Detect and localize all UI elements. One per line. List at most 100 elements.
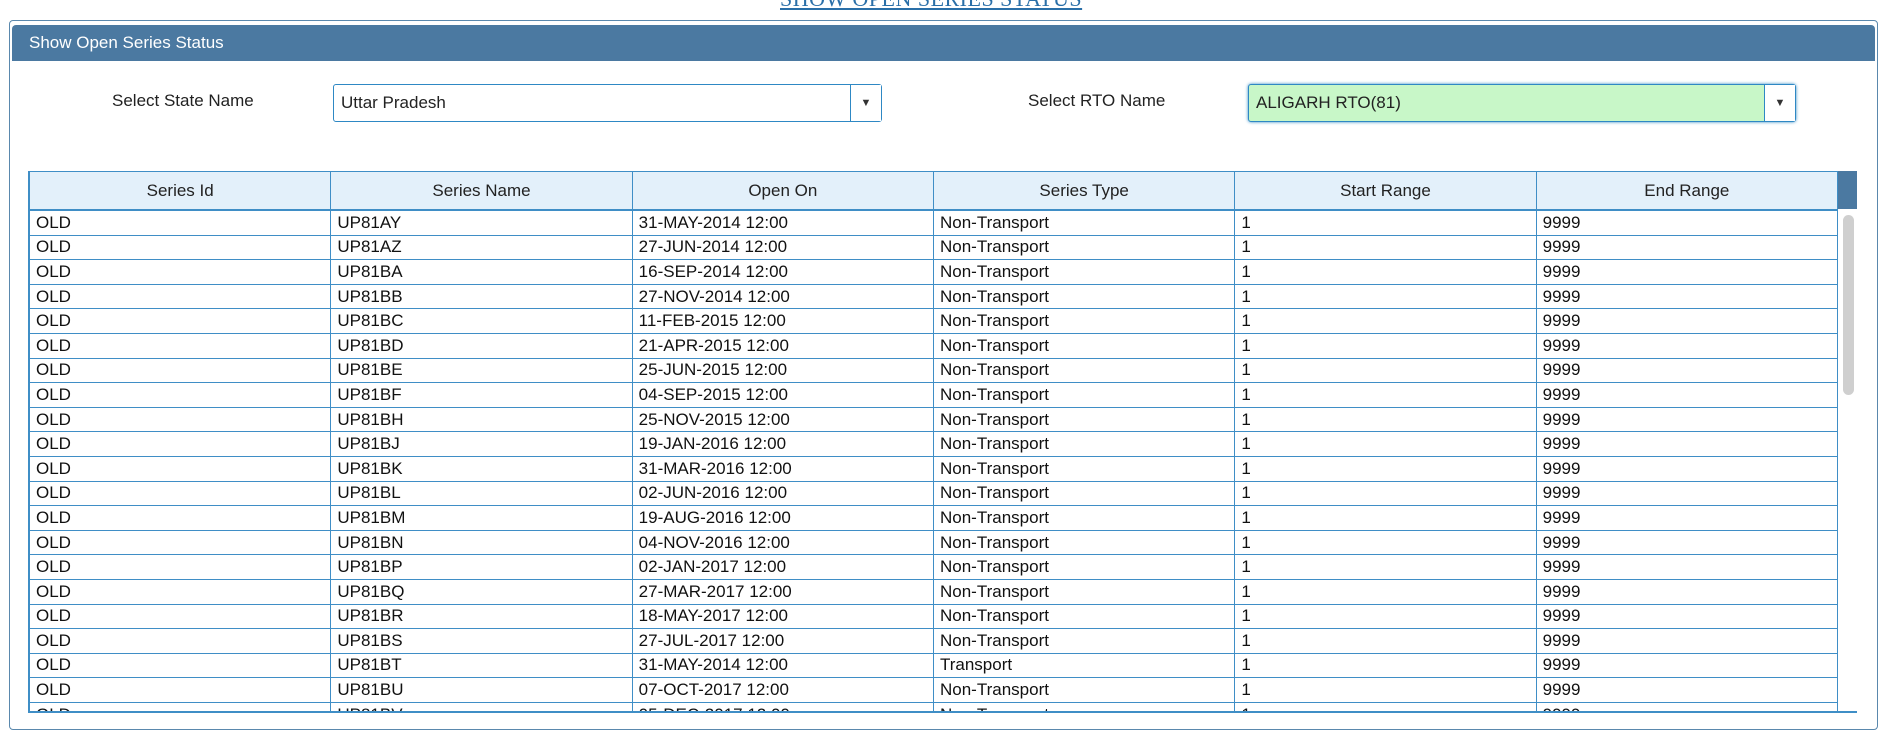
table-row[interactable]: OLD UP81BJ 19-JAN-2016 12:00 Non-Transport 1… <box>29 431 1839 457</box>
table-row[interactable]: OLD UP81BS 27-JUL-2017 12:00 Non-Transport 1… <box>29 628 1839 654</box>
table-row[interactable]: OLD UP81BP 02-JAN-2017 12:00 Non-Transport 1… <box>29 554 1839 580</box>
table-row[interactable]: OLD UP81BK 31-MAR-2016 12:00 Non-Transport 1… <box>29 455 1839 482</box>
table-row[interactable]: OLD UP81BD 21-APR-2015 12:00 Non-Transport 1… <box>29 332 1839 359</box>
cell-series-id: OLD <box>29 480 332 507</box>
cell-start-range: 1 <box>1234 431 1537 457</box>
table-row[interactable]: OLD UP81BE 25-JUN-2015 12:00 Non-Transport 1… <box>29 357 1839 384</box>
table-row[interactable]: OLD UP81BQ 27-MAR-2017 12:00 Non-Transport 1… <box>29 578 1839 605</box>
cell-start-range: 1 <box>1234 652 1537 679</box>
cell-series-name: UP81BF <box>330 382 633 408</box>
grid-scrollbar-thumb[interactable] <box>1843 215 1854 395</box>
cell-series-type: Non-Transport <box>932 332 1236 359</box>
cell-series-name: UP81AZ <box>330 234 633 261</box>
cell-series-type: Non-Transport <box>932 406 1236 433</box>
cell-start-range: 1 <box>1234 308 1537 334</box>
cell-open-on: 31-MAY-2014 12:00 <box>631 652 934 679</box>
cell-series-name: UP81BM <box>330 505 633 531</box>
cell-series-id: OLD <box>29 628 332 654</box>
table-row[interactable]: OLD UP81BT 31-MAY-2014 12:00 Transport 1 9999 <box>29 652 1839 679</box>
cell-end-range: 9999 <box>1535 382 1839 408</box>
table-row[interactable]: OLD UP81AY 31-MAY-2014 12:00 Non-Transport 1… <box>29 209 1839 236</box>
column-header-series-type[interactable]: Series Type <box>932 171 1236 211</box>
column-header-start-range[interactable]: Start Range <box>1234 171 1537 211</box>
cell-series-type: Non-Transport <box>932 382 1236 408</box>
column-header-open-on[interactable]: Open On <box>631 171 934 211</box>
cell-end-range: 9999 <box>1535 431 1839 457</box>
cell-series-type: Non-Transport <box>932 603 1236 630</box>
cell-series-type: Non-Transport <box>932 357 1236 384</box>
column-header-end-range[interactable]: End Range <box>1535 171 1839 211</box>
cell-end-range: 9999 <box>1535 406 1839 433</box>
cell-series-id: OLD <box>29 652 332 679</box>
cell-start-range: 1 <box>1234 677 1537 703</box>
cell-open-on: 31-MAY-2014 12:00 <box>631 209 934 236</box>
cell-end-range: 9999 <box>1535 480 1839 507</box>
chevron-down-icon[interactable]: ▼ <box>850 85 881 121</box>
cell-start-range: 1 <box>1234 357 1537 384</box>
table-row[interactable]: OLD UP81BR 18-MAY-2017 12:00 Non-Transport 1… <box>29 603 1839 630</box>
cell-series-id: OLD <box>29 578 332 605</box>
table-row[interactable]: OLD UP81AZ 27-JUN-2014 12:00 Non-Transport 1… <box>29 234 1839 261</box>
cell-start-range: 1 <box>1234 234 1537 261</box>
cell-series-type: Non-Transport <box>932 308 1236 334</box>
cell-series-type: Non-Transport <box>932 505 1236 531</box>
cell-open-on: 02-JUN-2016 12:00 <box>631 480 934 507</box>
cell-end-range: 9999 <box>1535 332 1839 359</box>
cell-series-name: UP81BT <box>330 652 633 679</box>
cell-series-name: UP81BQ <box>330 578 633 605</box>
cell-end-range: 9999 <box>1535 357 1839 384</box>
cell-series-id: OLD <box>29 677 332 703</box>
cell-series-id: OLD <box>29 701 332 711</box>
cell-end-range: 9999 <box>1535 554 1839 580</box>
cell-open-on: 27-MAR-2017 12:00 <box>631 578 934 605</box>
chevron-down-icon[interactable]: ▼ <box>1764 85 1795 121</box>
cell-start-range: 1 <box>1234 332 1537 359</box>
cell-start-range: 1 <box>1234 209 1537 236</box>
cell-series-type: Transport <box>932 652 1236 679</box>
table-row[interactable]: OLD UP81BC 11-FEB-2015 12:00 Non-Transport 1… <box>29 308 1839 334</box>
column-header-series-id[interactable]: Series Id <box>29 171 332 211</box>
cell-series-name: UP81AY <box>330 209 633 236</box>
cell-series-name: UP81BD <box>330 332 633 359</box>
cell-open-on: 19-JAN-2016 12:00 <box>631 431 934 457</box>
cell-end-range: 9999 <box>1535 652 1839 679</box>
cell-end-range: 9999 <box>1535 578 1839 605</box>
cell-series-type: Non-Transport <box>932 431 1236 457</box>
cell-series-id: OLD <box>29 283 332 310</box>
rto-select[interactable]: ALIGARH RTO(81) ▼ <box>1248 84 1796 122</box>
rto-select-value: ALIGARH RTO(81) <box>1256 93 1401 112</box>
table-row[interactable]: OLD UP81BF 04-SEP-2015 12:00 Non-Transport 1… <box>29 382 1839 408</box>
state-select[interactable]: Uttar Pradesh ▼ <box>333 84 882 122</box>
cell-series-name: UP81BB <box>330 283 633 310</box>
table-row[interactable]: OLD UP81BU 07-OCT-2017 12:00 Non-Transport 1… <box>29 677 1839 703</box>
table-header-row: Series Id Series Name Open On Series Typ… <box>29 171 1839 211</box>
table-row[interactable]: OLDUP81BV05-DEC-2017 12:00Non-Transport1… <box>29 701 1839 711</box>
table-row[interactable]: OLD UP81BM 19-AUG-2016 12:00 Non-Transport 1… <box>29 505 1839 531</box>
panel-title: Show Open Series Status <box>12 25 1875 61</box>
cell-series-name: UP81BJ <box>330 431 633 457</box>
cell-series-name: UP81BR <box>330 603 633 630</box>
cell-series-type: Non-Transport <box>932 480 1236 507</box>
table-row[interactable]: OLD UP81BN 04-NOV-2016 12:00 Non-Transport 1… <box>29 529 1839 556</box>
table-row[interactable]: OLD UP81BA 16-SEP-2014 12:00 Non-Transport 1… <box>29 259 1839 285</box>
column-header-series-name[interactable]: Series Name <box>330 171 633 211</box>
cell-series-type: Non-Transport <box>932 554 1236 580</box>
table-row[interactable]: OLD UP81BH 25-NOV-2015 12:00 Non-Transport 1… <box>29 406 1839 433</box>
cell-series-name: UP81BA <box>330 259 633 285</box>
cell-series-type: Non-Transport <box>932 701 1236 711</box>
table-row[interactable]: OLD UP81BL 02-JUN-2016 12:00 Non-Transport 1… <box>29 480 1839 507</box>
cell-start-range: 1 <box>1234 529 1537 556</box>
cell-series-type: Non-Transport <box>932 209 1236 236</box>
cell-series-name: UP81BE <box>330 357 633 384</box>
cell-end-range: 9999 <box>1535 308 1839 334</box>
cell-series-type: Non-Transport <box>932 259 1236 285</box>
page-heading: SHOW OPEN SERIES STATUS <box>780 0 1082 12</box>
cell-series-type: Non-Transport <box>932 628 1236 654</box>
cell-end-range: 9999 <box>1535 603 1839 630</box>
cell-series-id: OLD <box>29 431 332 457</box>
cell-start-range: 1 <box>1234 406 1537 433</box>
cell-series-name: UP81BP <box>330 554 633 580</box>
cell-series-name: UP81BK <box>330 455 633 482</box>
table-row[interactable]: OLD UP81BB 27-NOV-2014 12:00 Non-Transport 1… <box>29 283 1839 310</box>
cell-end-range: 9999 <box>1535 455 1839 482</box>
